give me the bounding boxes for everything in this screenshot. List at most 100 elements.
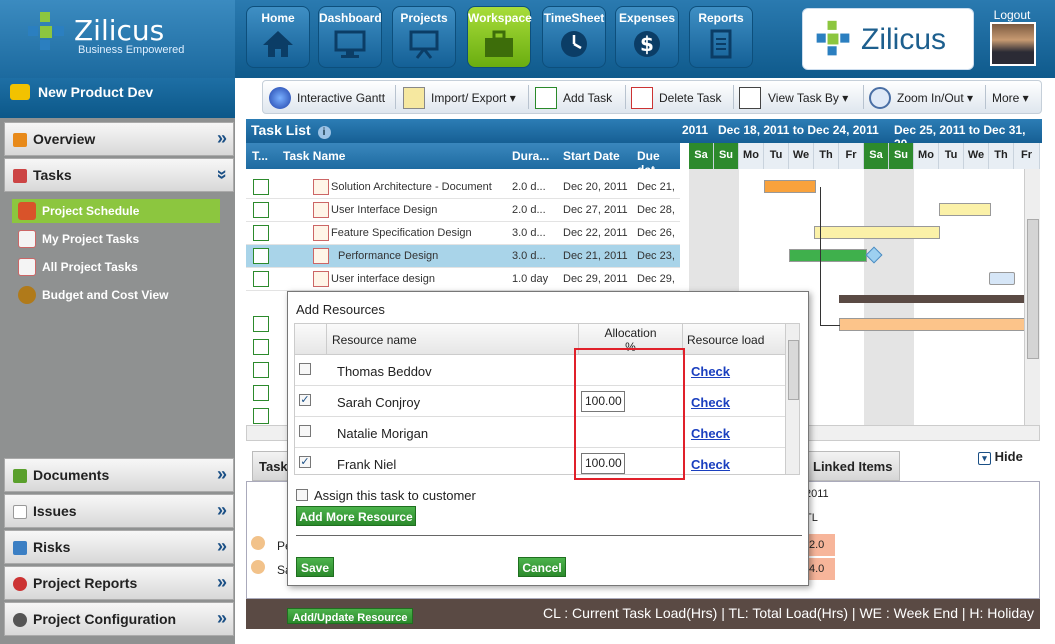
gantt-bar[interactable] [939,203,991,216]
monitor-icon [334,30,366,58]
resource-checkbox[interactable]: ✓ [299,456,311,468]
gantt-week-label: 2011 [682,123,709,137]
resource-checkbox[interactable] [299,425,311,437]
info-icon[interactable]: i [317,126,331,139]
user-icon [251,560,265,574]
view-task-icon [739,87,761,109]
col-task-name[interactable]: Task Name [283,149,345,163]
task-duration: 3.0 d... [512,227,546,239]
table-row[interactable]: User Interface Design 2.0 d... Dec 27, 2… [246,199,680,222]
task-name: Solution Architecture - Document [331,181,492,193]
sidebar-section-issues[interactable]: Issues » [4,494,234,528]
view-task-by-button[interactable]: View Task By ▾ [739,81,861,113]
sidebar-item-label: All Project Tasks [42,260,138,274]
gantt-bar[interactable] [839,318,1025,331]
more-button[interactable]: More ▾ [992,81,1040,113]
sidebar-item-my-project-tasks[interactable]: My Project Tasks [12,227,220,251]
table-row-selected[interactable]: Performance Design 3.0 d... Dec 21, 2011… [246,245,680,268]
cancel-button[interactable]: Cancel [518,557,566,577]
tab-linked-items[interactable]: Linked Items [806,451,900,481]
col-type[interactable]: T... [252,149,268,163]
toolbar-divider [733,85,734,109]
add-task-button[interactable]: Add Task [535,81,621,113]
gantt-bar[interactable] [989,272,1015,285]
brand-logo: Zilicus [802,8,974,70]
sidebar-item-label: Budget and Cost View [42,288,169,302]
add-more-resource-button[interactable]: Add More Resource [296,506,416,526]
interactive-gantt-button[interactable]: Interactive Gantt [269,81,395,113]
sidebar-section-project-configuration[interactable]: Project Configuration » [4,602,234,636]
sidebar-section-documents[interactable]: Documents » [4,458,234,492]
task-type-icon [253,225,269,241]
sidebar-section-overview[interactable]: Overview » [4,122,234,156]
check-load-link[interactable]: Check [691,457,730,472]
sidebar-item-all-project-tasks[interactable]: All Project Tasks [12,255,220,279]
nav-workspace[interactable]: Workspace [467,6,532,68]
folder-icon [10,84,30,100]
gantt-vertical-scrollbar[interactable] [1024,169,1040,429]
gantt-bar[interactable] [789,249,867,262]
task-start: Dec 22, 2011 [563,227,628,239]
home-icon [263,31,293,57]
nav-home[interactable]: Home [246,6,310,68]
gantt-summary-bar[interactable] [839,295,1025,303]
hide-button[interactable]: ▾ Hide [978,449,1023,465]
logout-link[interactable]: Logout [988,8,1036,22]
avatar[interactable] [990,22,1036,66]
gantt-day: Tu [939,143,964,169]
add-update-resource-button[interactable]: Add/Update Resource [287,608,413,624]
check-load-link[interactable]: Check [691,426,730,441]
gantt-bar[interactable] [814,226,940,239]
col-duration[interactable]: Dura... [512,149,549,163]
task-due: Dec 26, [637,227,675,239]
sidebar-section-label: Documents [33,467,110,483]
task-duration: 3.0 d... [512,250,546,262]
gantt-bar[interactable] [764,180,816,193]
resource-checkbox[interactable] [299,363,311,375]
sidebar-section-project-reports[interactable]: Project Reports » [4,566,234,600]
task-check-icon [313,225,329,241]
nav-projects[interactable]: Projects [392,6,456,68]
nav-reports[interactable]: Reports [689,6,753,68]
sidebar-section-label: Project Reports [33,575,138,591]
zoom-icon [869,87,891,109]
toolbar-label: Zoom In/Out [897,91,964,105]
resource-row: ✓ Sarah Conjroy 100.00 Check [295,386,785,417]
sidebar-section-risks[interactable]: Risks » [4,530,234,564]
table-row[interactable]: Feature Specification Design 3.0 d... De… [246,222,680,245]
delete-task-button[interactable]: Delete Task [631,81,731,113]
table-row[interactable]: Solution Architecture - Document 2.0 d..… [246,176,680,199]
task-list-header: Task List i [246,119,680,143]
nav-dashboard[interactable]: Dashboard [318,6,382,68]
table-row[interactable]: User interface design 1.0 day Dec 29, 20… [246,268,680,291]
gantt-day: Su [714,143,739,169]
chevron-right-icon: » [216,500,227,520]
add-resources-dialog: Add Resources Resource name Allocation %… [287,291,809,586]
check-load-link[interactable]: Check [691,364,730,379]
nav-reports-label: Reports [698,11,744,25]
resource-table-scrollbar[interactable] [785,324,799,474]
gantt-day: Th [814,143,839,169]
sidebar-section-tasks[interactable]: Tasks » [4,158,234,192]
sidebar-item-label: My Project Tasks [42,232,140,246]
check-load-link[interactable]: Check [691,395,730,410]
schedule-icon [18,202,36,220]
sidebar-item-project-schedule[interactable]: Project Schedule [12,199,220,223]
scroll-thumb[interactable] [1027,219,1039,359]
col-start-date[interactable]: Start Date [563,149,620,163]
nav-timesheet-label: TimeSheet [543,11,605,25]
scroll-thumb[interactable] [788,340,799,400]
save-button[interactable]: Save [296,557,334,577]
import-export-button[interactable]: Import/ Export ▾ [403,81,523,113]
chevron-down-icon: » [212,169,233,180]
sidebar-item-budget-cost[interactable]: Budget and Cost View [12,283,220,307]
zoom-in-out-button[interactable]: Zoom In/Out ▾ [869,81,983,113]
nav-timesheet[interactable]: TimeSheet [542,6,606,68]
assign-customer-checkbox[interactable] [296,489,308,501]
nav-expenses[interactable]: Expenses $ [615,6,679,68]
tab-task[interactable]: Task [252,451,292,481]
col-due-date[interactable]: Due dat [637,149,680,177]
reports-icon [13,577,27,591]
logo[interactable]: Zilicus Business Empowered [0,0,235,78]
resource-checkbox[interactable]: ✓ [299,394,311,406]
